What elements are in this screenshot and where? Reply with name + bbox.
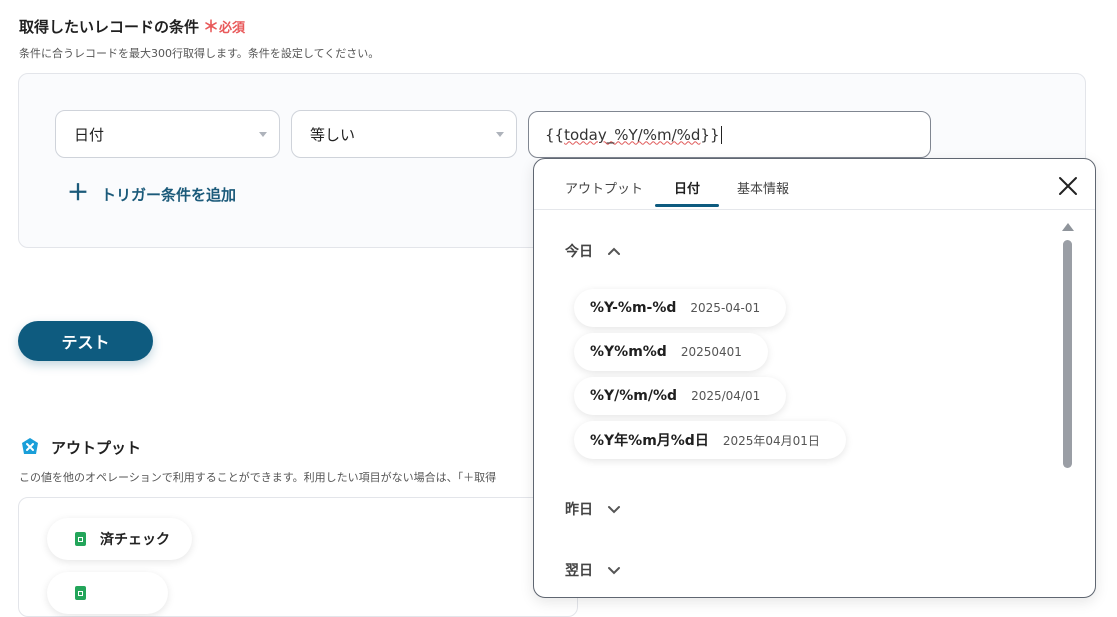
date-format-option[interactable]: %Y-%m-%d 2025-04-01 [574,289,787,327]
spreadsheet-icon [75,532,86,546]
test-button[interactable]: テスト [18,321,153,361]
tab-basic-info[interactable]: 基本情報 [737,178,789,197]
section-today-header[interactable]: 今日 [565,241,621,261]
chevron-down-icon [496,132,504,137]
conditions-title: 取得したいレコードの条件 ＊必須 [19,17,246,36]
operator-select-value: 等しい [310,125,356,144]
date-format-option[interactable]: %Y%m%d 20250401 [574,333,768,371]
chevron-down-icon [608,506,620,514]
plus-icon: ＋ [67,181,90,206]
chevron-down-icon [259,132,267,137]
field-select-value: 日付 [74,125,105,144]
section-yesterday-header[interactable]: 昨日 [565,499,621,519]
popup-scrollbar[interactable] [1060,223,1074,603]
condition-value-input[interactable]: {{today_%Y/%m/%d}} [528,111,931,158]
tab-date[interactable]: 日付 [674,178,700,197]
close-icon[interactable] [1057,175,1079,197]
field-select[interactable]: 日付 [55,110,280,158]
variable-picker-popup: アウトプット 日付 基本情報 今日 %Y-%m-%d 2025-04-01 %Y… [533,158,1096,598]
required-badge: ＊必須 [203,17,246,36]
output-item[interactable]: 済チェック [47,518,192,560]
value-variable: today_%Y/%m/%d [564,125,701,144]
output-description: この値を他のオペレーションで利用することができます。利用したい項目がない場合は、… [19,471,497,484]
output-title: アウトプット [51,439,142,457]
spreadsheet-icon [75,586,86,600]
chevron-down-icon [608,567,620,575]
date-format-option[interactable]: %Y/%m/%d 2025/04/01 [574,377,787,415]
date-format-option[interactable]: %Y年%m月%d日 2025年04月01日 [574,421,846,459]
output-icon [22,438,38,454]
operator-select[interactable]: 等しい [291,110,517,158]
popup-tabs: アウトプット 日付 基本情報 [534,159,1095,210]
scroll-up-icon[interactable] [1062,223,1074,231]
conditions-description: 条件に合うレコードを最大300行取得します。条件を設定してください。 [19,47,380,60]
tab-output[interactable]: アウトプット [565,178,643,197]
scrollbar-thumb[interactable] [1063,240,1072,468]
section-tomorrow-header[interactable]: 翌日 [565,560,621,580]
chevron-up-icon [608,247,620,255]
output-item[interactable] [47,572,168,614]
add-condition-button[interactable]: ＋ トリガー条件を追加 [67,183,236,205]
text-cursor [720,125,722,144]
active-tab-indicator [655,204,719,207]
